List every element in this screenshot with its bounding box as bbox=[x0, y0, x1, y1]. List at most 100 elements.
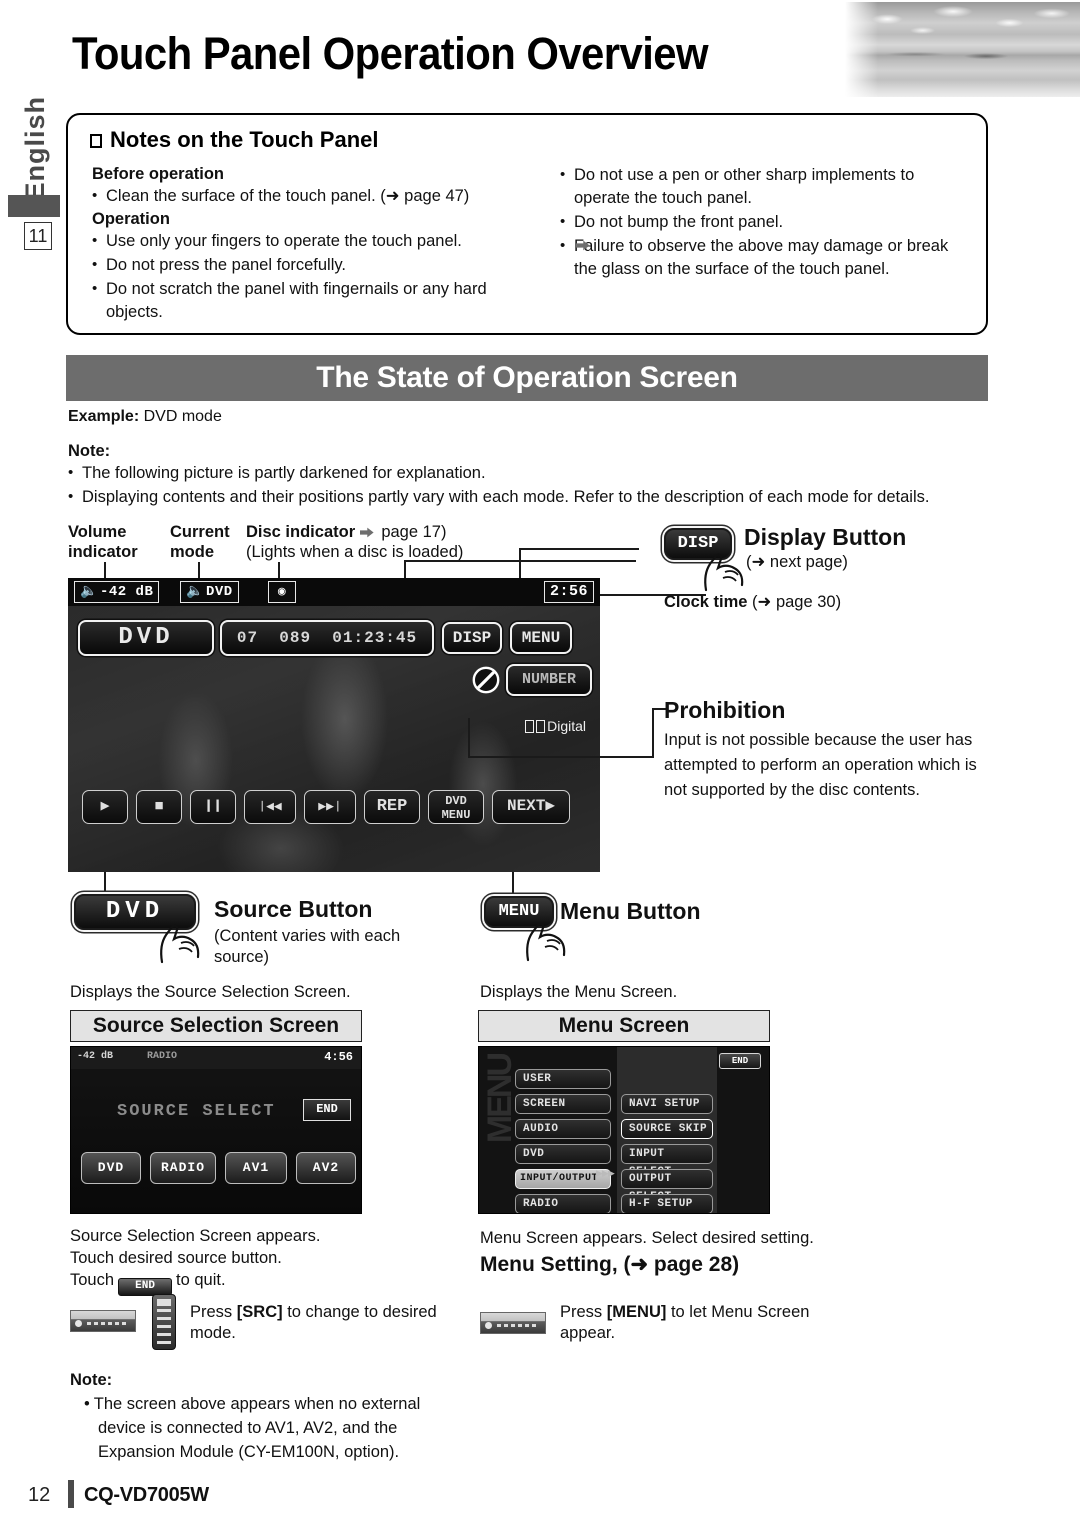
next-page-button[interactable]: NEXT▶ bbox=[492, 790, 570, 824]
leader-line bbox=[519, 548, 639, 550]
square-bullet-icon bbox=[90, 134, 102, 148]
menu-button-description: Displays the Menu Screen. bbox=[480, 983, 678, 1001]
leader-line bbox=[468, 756, 654, 758]
notes-on-touch-panel-box: Notes on the Touch Panel Before operatio… bbox=[66, 113, 988, 335]
before-operation-list: Clean the surface of the touch panel. (➜… bbox=[92, 184, 532, 208]
list-item: Do not press the panel forcefully. bbox=[92, 253, 532, 277]
operation-list: Use only your fingers to operate the tou… bbox=[92, 229, 532, 324]
source-selection-screen-banner: Source Selection Screen bbox=[70, 1010, 362, 1042]
source-screen-clock: 4:56 bbox=[324, 1050, 353, 1064]
clock-time: 2:56 bbox=[543, 581, 594, 603]
source-screen-end-button[interactable]: END bbox=[303, 1099, 351, 1121]
dolby-digital-logo: Digital bbox=[525, 718, 586, 734]
menu-item-screen[interactable]: SCREEN bbox=[515, 1094, 611, 1114]
speaker-icon: 🔈 bbox=[80, 584, 98, 600]
leader-line bbox=[404, 560, 636, 562]
section-number-badge: 11 bbox=[24, 222, 52, 250]
source-select-title: SOURCE SELECT bbox=[117, 1102, 276, 1121]
menu-screen-banner: Menu Screen bbox=[478, 1010, 770, 1042]
dvd-menu-line2: MENU bbox=[441, 808, 471, 822]
list-item-sub: Failure to observe the above may damage … bbox=[560, 234, 970, 281]
source-touch-end-line: Touch END to quit. bbox=[70, 1270, 226, 1296]
leader-line bbox=[652, 708, 654, 758]
leader-line bbox=[104, 872, 106, 894]
source-hw-instruction: Press [SRC] to change to desired mode. bbox=[190, 1303, 437, 1342]
menu-item-radio[interactable]: RADIO bbox=[515, 1194, 611, 1213]
source-button-description: Displays the Source Selection Screen. bbox=[70, 983, 351, 1001]
source-option-av1[interactable]: AV1 bbox=[225, 1152, 287, 1184]
arrow-right-icon bbox=[359, 527, 374, 538]
head-unit-icon bbox=[70, 1310, 136, 1332]
speaker-icon: 🔈 bbox=[186, 584, 204, 600]
example-label: Example: DVD mode bbox=[68, 408, 222, 425]
menu-sub-output-select[interactable]: OUTPUT SELECT bbox=[621, 1169, 713, 1203]
menu-sub-input-select[interactable]: INPUT SELECT bbox=[621, 1144, 713, 1178]
source-screen-mode: RADIO bbox=[147, 1051, 178, 1062]
list-item: Clean the surface of the touch panel. (➜… bbox=[92, 184, 532, 208]
source-button-title: Source Button bbox=[214, 896, 373, 922]
pointing-hand-icon bbox=[516, 920, 570, 967]
clock-time-callout: Clock time (➜ page 30) bbox=[664, 593, 842, 611]
current-mode-indicator: 🔈 DVD bbox=[180, 581, 239, 603]
head-unit-icon bbox=[480, 1312, 546, 1334]
menu-item-user[interactable]: USER bbox=[515, 1069, 611, 1089]
source-note-text: • The screen above appears when no extern… bbox=[84, 1395, 421, 1461]
source-option-av2[interactable]: AV2 bbox=[296, 1152, 356, 1184]
menu-setting-title: Menu Setting, (➜ page 28) bbox=[480, 1253, 740, 1276]
menu-sub-source-skip[interactable]: SOURCE SKIP bbox=[621, 1119, 713, 1139]
menu-item-dvd[interactable]: DVD bbox=[515, 1144, 611, 1164]
number-button[interactable]: NUMBER bbox=[506, 664, 592, 696]
source-option-dvd[interactable]: DVD bbox=[81, 1152, 141, 1184]
prohibition-title: Prohibition bbox=[664, 697, 786, 723]
manual-page: Touch Panel Operation Overview English 1… bbox=[0, 0, 1080, 1526]
source-after-line-2: Touch desired source button. bbox=[70, 1249, 282, 1267]
callout-disc-indicator: Disc indicator (➜ page 17) page 17) (Lig… bbox=[246, 523, 464, 561]
arrow-right-icon bbox=[576, 240, 590, 251]
menu-hw-instruction: Press [MENU] to let Menu Screen appear. bbox=[560, 1303, 810, 1342]
disp-button[interactable]: DISP bbox=[442, 622, 502, 654]
prohibition-icon bbox=[472, 666, 500, 694]
source-option-radio[interactable]: RADIO bbox=[150, 1152, 216, 1184]
menu-button[interactable]: MENU bbox=[510, 622, 572, 654]
dvd-menu-line1: DVD bbox=[445, 794, 467, 808]
notes-right-column: Do not use a pen or other sharp implemen… bbox=[560, 163, 970, 281]
before-operation-heading: Before operation bbox=[92, 165, 225, 183]
dvd-operation-screen: 🔈 -42 dB 🔈 DVD ◉ 2:56 DVD 07 089 01:23:45 … bbox=[68, 578, 600, 872]
leader-line bbox=[468, 718, 470, 758]
display-button-title: Display Button bbox=[744, 524, 907, 550]
play-button[interactable]: ▶ bbox=[82, 790, 128, 824]
pointing-hand-icon bbox=[150, 922, 204, 969]
list-item: The following picture is partly darkened… bbox=[68, 461, 998, 485]
note-label: Note: bbox=[68, 442, 111, 460]
dolby-double-d-icon bbox=[525, 718, 547, 734]
list-item: Displaying contents and their positions … bbox=[68, 485, 998, 509]
pointing-hand-icon bbox=[694, 552, 748, 597]
footer-divider bbox=[68, 1480, 74, 1508]
menu-sub-hf-setup[interactable]: H-F SETUP bbox=[621, 1194, 713, 1213]
remote-control-icon bbox=[152, 1294, 176, 1350]
repeat-button[interactable]: REP bbox=[364, 790, 420, 824]
list-item: Do not use a pen or other sharp implemen… bbox=[560, 163, 970, 210]
menu-item-audio[interactable]: AUDIO bbox=[515, 1119, 611, 1139]
footer-page-number: 12 bbox=[28, 1484, 51, 1506]
section-note-list: The following picture is partly darkened… bbox=[68, 461, 998, 509]
footer-model-name: CQ-VD7005W bbox=[84, 1484, 209, 1506]
menu-arrows-icon: ▶▶▶ bbox=[596, 1168, 615, 1178]
source-note-label: Note: bbox=[70, 1371, 113, 1389]
stop-button[interactable]: ■ bbox=[136, 790, 182, 824]
previous-track-button[interactable]: ❘◀◀ bbox=[244, 790, 296, 824]
disc-indicator-icon: ◉ bbox=[268, 581, 296, 603]
section-note-block: Note: The following picture is partly da… bbox=[68, 442, 998, 509]
pause-button[interactable]: ❙❙ bbox=[190, 790, 236, 824]
menu-screen-end-button[interactable]: END bbox=[719, 1053, 761, 1069]
track-info-display: 07 089 01:23:45 bbox=[220, 620, 434, 656]
next-track-button[interactable]: ▶▶❘ bbox=[304, 790, 356, 824]
volume-indicator: 🔈 -42 dB bbox=[74, 581, 160, 603]
section-banner: The State of Operation Screen bbox=[66, 355, 988, 401]
notes-left-column: Before operation Clean the surface of th… bbox=[92, 163, 532, 324]
menu-button-title: Menu Button bbox=[560, 898, 701, 924]
dvd-menu-button[interactable]: DVD MENU bbox=[428, 790, 484, 824]
menu-sub-navi-setup[interactable]: NAVI SETUP bbox=[621, 1094, 713, 1114]
source-button[interactable]: DVD bbox=[78, 620, 214, 656]
language-tab: English bbox=[20, 96, 50, 201]
